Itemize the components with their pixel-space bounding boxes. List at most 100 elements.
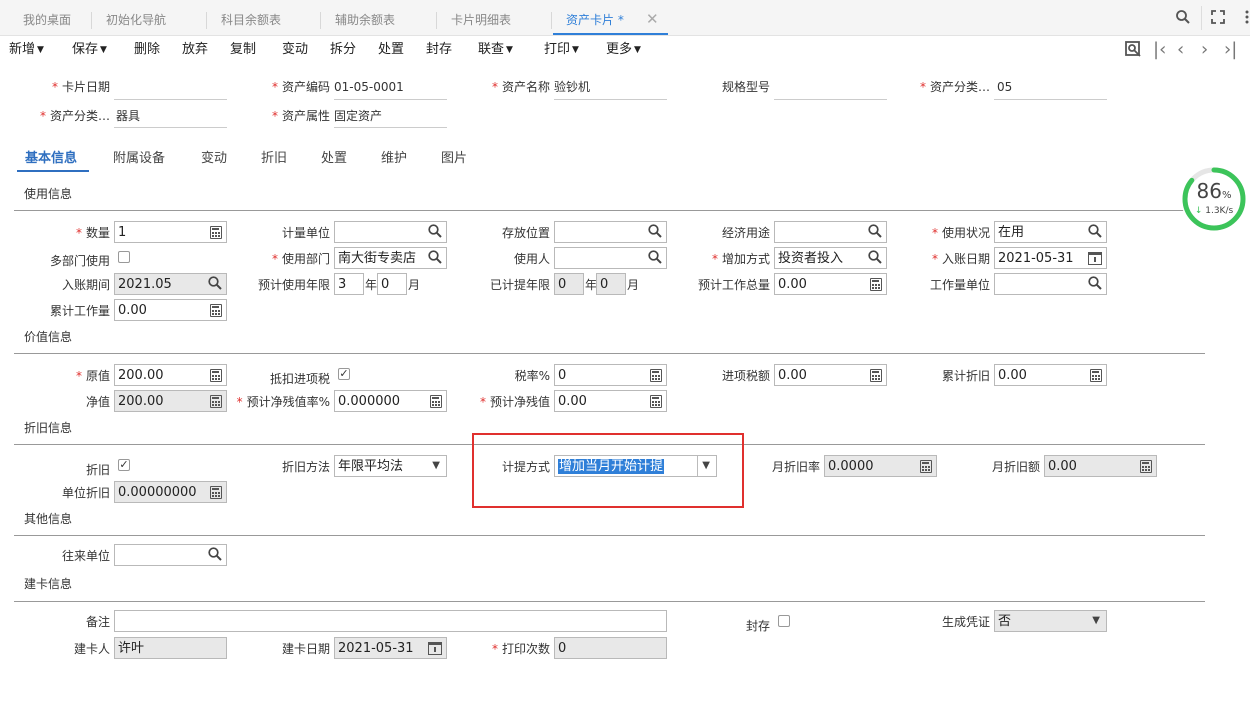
add-method-input[interactable]: 投资者投入 (774, 247, 887, 269)
unit-dep-input[interactable]: 0.00000000 (114, 481, 227, 503)
calculator-icon[interactable] (210, 395, 222, 408)
calendar-icon[interactable] (1088, 252, 1102, 265)
calculator-icon[interactable] (210, 304, 222, 317)
est-workload-input[interactable]: 0.00 (774, 273, 887, 295)
network-speed-gauge[interactable]: 86% ↓ 1.3K/s (1181, 166, 1247, 232)
depreciate-checkbox[interactable]: ✓ (118, 459, 130, 471)
save-button[interactable]: 保存 ▼ (72, 42, 107, 58)
seal-checkbox[interactable] (778, 615, 790, 627)
more-button[interactable]: 更多 ▼ (606, 42, 641, 58)
calculator-icon[interactable] (210, 369, 222, 382)
tab-depreciation[interactable]: 折旧 (261, 147, 287, 166)
deduct-tax-checkbox[interactable]: ✓ (338, 368, 350, 380)
user-input[interactable] (554, 247, 667, 269)
used-years-input[interactable]: 0 (554, 273, 584, 295)
search-icon[interactable] (867, 250, 883, 266)
tab-images[interactable]: 图片 (441, 147, 467, 166)
search-icon[interactable] (647, 224, 663, 240)
month-rate-input[interactable]: 0.0000 (824, 455, 937, 477)
print-button[interactable]: 打印 ▼ (544, 42, 579, 58)
est-years-input[interactable]: 3 (334, 273, 364, 295)
calculator-icon[interactable] (650, 369, 662, 382)
memo-input[interactable] (114, 610, 667, 632)
partner-input[interactable] (114, 544, 227, 566)
asset-code-value[interactable]: 01-05-0001 (334, 79, 404, 95)
entry-period-input[interactable]: 2021.05 (114, 273, 227, 295)
purpose-input[interactable] (774, 221, 887, 243)
input-tax-input[interactable]: 0.00 (774, 364, 887, 386)
calculator-icon[interactable] (1090, 369, 1102, 382)
discard-button[interactable]: 放弃 (182, 42, 208, 58)
close-icon[interactable]: ✕ (646, 10, 659, 28)
search-icon[interactable] (1174, 9, 1192, 27)
query-button[interactable]: 联查 ▼ (478, 42, 513, 58)
calculator-icon[interactable] (210, 226, 222, 239)
next-record-icon[interactable]: › (1201, 40, 1208, 60)
unit-input[interactable] (334, 221, 447, 243)
residual-rate-input[interactable]: 0.000000 (334, 390, 447, 412)
copy-button[interactable]: 复制 (230, 42, 256, 58)
tab-maintenance[interactable]: 维护 (381, 147, 407, 166)
tab-account-balance[interactable]: 科目余额表 (206, 12, 281, 29)
calculator-icon[interactable] (870, 369, 882, 382)
multi-dept-checkbox[interactable] (118, 251, 130, 263)
search-icon[interactable] (207, 547, 223, 563)
search-icon[interactable] (647, 250, 663, 266)
tab-changes[interactable]: 变动 (201, 147, 227, 166)
tab-aux-balance[interactable]: 辅助余额表 (320, 12, 395, 29)
tab-accessories[interactable]: 附属设备 (113, 147, 165, 166)
more-icon[interactable] (1238, 9, 1250, 27)
acc-dep-input[interactable]: 0.00 (994, 364, 1107, 386)
first-record-icon[interactable]: |‹ (1153, 40, 1166, 60)
entry-date-input[interactable]: 2021-05-31 (994, 247, 1107, 269)
creator-input[interactable]: 许叶 (114, 637, 227, 659)
tax-rate-input[interactable]: 0 (554, 364, 667, 386)
residual-input[interactable]: 0.00 (554, 390, 667, 412)
search-icon[interactable] (867, 224, 883, 240)
calculator-icon[interactable] (650, 395, 662, 408)
search-icon[interactable] (427, 224, 443, 240)
dept-input[interactable]: 南大街专卖店 (334, 247, 447, 269)
asset-attr-value[interactable]: 固定资产 (334, 108, 382, 124)
dep-method-select[interactable]: 年限平均法 ▼ (334, 455, 447, 477)
workload-unit-input[interactable] (994, 273, 1107, 295)
preview-icon[interactable] (1124, 40, 1142, 60)
prev-record-icon[interactable]: ‹ (1177, 40, 1184, 60)
tab-disposal[interactable]: 处置 (321, 147, 347, 166)
month-amount-input[interactable]: 0.00 (1044, 455, 1157, 477)
tab-basic-info[interactable]: 基本信息 (25, 147, 77, 166)
status-input[interactable]: 在用 (994, 221, 1107, 243)
calendar-icon[interactable] (428, 642, 442, 655)
qty-input[interactable]: 1 (114, 221, 227, 243)
net-value-input[interactable]: 200.00 (114, 390, 227, 412)
asset-category-name-value[interactable]: 器具 (116, 108, 140, 124)
location-input[interactable] (554, 221, 667, 243)
used-months-input[interactable]: 0 (596, 273, 626, 295)
search-icon[interactable] (1087, 224, 1103, 240)
split-button[interactable]: 拆分 (330, 42, 356, 58)
fullscreen-icon[interactable] (1209, 9, 1227, 27)
calculator-icon[interactable] (1140, 460, 1152, 473)
dispose-button[interactable]: 处置 (378, 42, 404, 58)
acc-workload-input[interactable]: 0.00 (114, 299, 227, 321)
last-record-icon[interactable]: ›| (1224, 40, 1237, 60)
calculator-icon[interactable] (210, 486, 222, 499)
est-months-input[interactable]: 0 (377, 273, 407, 295)
tab-init-nav[interactable]: 初始化导航 (91, 12, 166, 29)
tab-my-desktop[interactable]: 我的桌面 (20, 12, 71, 29)
calculator-icon[interactable] (920, 460, 932, 473)
search-icon[interactable] (1087, 276, 1103, 292)
orig-value-input[interactable]: 200.00 (114, 364, 227, 386)
voucher-select[interactable]: 否 ▼ (994, 610, 1107, 632)
tab-asset-card[interactable]: 资产卡片 * (551, 12, 624, 29)
create-date-input[interactable]: 2021-05-31 (334, 637, 447, 659)
change-button[interactable]: 变动 (282, 42, 308, 58)
calculator-icon[interactable] (430, 395, 442, 408)
seal-button[interactable]: 封存 (426, 42, 452, 58)
delete-button[interactable]: 删除 (134, 42, 160, 58)
search-icon[interactable] (427, 250, 443, 266)
search-icon[interactable] (207, 276, 223, 292)
calculator-icon[interactable] (870, 278, 882, 291)
print-count-input[interactable]: 0 (554, 637, 667, 659)
tab-card-detail[interactable]: 卡片明细表 (436, 12, 511, 29)
